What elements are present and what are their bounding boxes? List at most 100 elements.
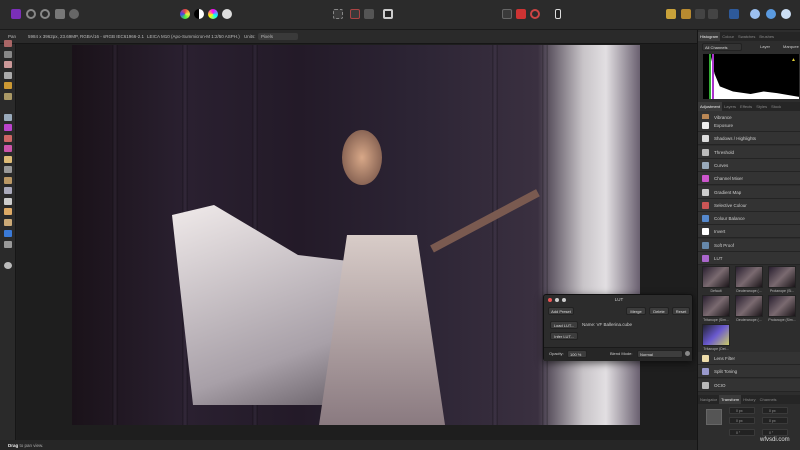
marquee-icon[interactable] [333,9,343,19]
adjustment-item[interactable]: Selective Colour [698,198,800,212]
tab-transform[interactable]: Transform [719,395,742,404]
view-mode-icon[interactable] [383,9,393,19]
tab-channels[interactable]: Channels [758,395,779,404]
y-field[interactable]: 0 px [729,417,755,424]
lut-preset-thumbnail[interactable] [702,295,730,317]
adjustment-item[interactable]: Soft Proof [698,238,800,252]
tab-adjustment[interactable]: Adjustment [698,102,723,111]
auto-white-balance-icon[interactable] [222,9,232,19]
tab-navigator[interactable]: Navigator [698,395,719,404]
tab-swatches[interactable]: Swatches [736,32,757,41]
blur-tool-icon[interactable] [4,166,12,173]
units-select[interactable]: Pixels [258,33,298,40]
patch-tool-icon[interactable] [4,219,12,226]
selection-brush-icon[interactable] [4,82,12,89]
alignment-icon[interactable] [729,9,739,19]
anchor-selector[interactable] [706,409,722,425]
align-icon[interactable] [695,9,705,19]
export-persona-icon[interactable] [69,9,79,19]
colour-picker-icon[interactable] [4,61,12,68]
red-eye-icon[interactable] [4,187,12,194]
tab-history[interactable]: History [741,395,757,404]
crop-tool-icon[interactable] [4,72,12,79]
adjustment-item[interactable]: LUT [698,252,800,265]
adjustment-item[interactable]: Colour Balance [698,212,800,226]
tab-brushes[interactable]: Brushes [757,32,776,41]
adjustment-item[interactable]: Gradient Map [698,185,800,199]
h-field[interactable]: 0 px [762,417,788,424]
adjustment-item[interactable]: Curves [698,158,800,172]
flood-select-icon[interactable] [4,93,12,100]
tab-styles[interactable]: Styles [754,102,769,111]
pen-tool-icon[interactable] [4,241,12,248]
w-field[interactable]: 0 px [762,407,788,414]
rectangle-tool-icon[interactable] [4,230,12,237]
adjustment-item[interactable]: Exposure [698,119,800,132]
adjustment-item[interactable]: Split Toning [698,365,800,379]
tab-stock[interactable]: Stock [769,102,783,111]
quick-mask-icon[interactable] [364,9,374,19]
adjustment-item[interactable]: Channel Mixer [698,172,800,186]
affinity-photo-persona-icon[interactable] [11,9,21,19]
selection-mode-icon[interactable] [350,9,360,19]
fill-tool-icon[interactable] [4,114,12,121]
adjustment-item[interactable]: OCIO [698,378,800,392]
tab-effects[interactable]: Effects [738,102,754,111]
paint-brush-icon[interactable] [4,135,12,142]
clone-tool-icon[interactable] [4,177,12,184]
blend-mode-select[interactable]: Normal [637,350,683,358]
liquify-persona-icon[interactable] [26,9,36,19]
opacity-field[interactable]: 100 % [567,350,587,358]
rotation-field[interactable]: 0 ° [729,429,755,436]
adjustment-item[interactable]: Invert [698,225,800,239]
delete-button[interactable]: Delete [649,307,669,315]
lut-preset-thumbnail[interactable] [735,295,763,317]
adjustment-item[interactable]: Lens Filter [698,352,800,365]
auto-levels-icon[interactable] [180,9,190,19]
arrange-forward-icon[interactable] [666,9,676,19]
move-tool-icon[interactable] [4,51,12,58]
document-image[interactable] [72,45,640,425]
no-entry-icon[interactable] [530,9,540,19]
lut-preset-thumbnail[interactable] [768,266,796,288]
marquee-checkbox[interactable]: Marquee [783,44,799,49]
x-field[interactable]: 0 px [729,407,755,414]
tab-colour[interactable]: Colour [720,32,736,41]
healing-brush-icon[interactable] [4,208,12,215]
arrange-back-icon[interactable] [681,9,691,19]
tab-histogram[interactable]: Histogram [698,32,721,41]
smudge-icon[interactable] [4,198,12,205]
mask-icon[interactable] [502,9,512,19]
load-lut-button[interactable]: Load LUT... [550,321,578,329]
lut-preset-thumbnail[interactable] [768,295,796,317]
view-tool-icon[interactable] [4,40,12,47]
channel-select[interactable]: All Channels [702,43,742,51]
reset-button[interactable]: Reset [672,307,690,315]
lut-preset-thumbnail[interactable] [702,324,730,346]
boolean-intersect-icon[interactable] [781,9,791,19]
distribute-icon[interactable] [708,9,718,19]
gradient-tool-icon[interactable] [4,124,12,131]
boolean-add-icon[interactable] [750,9,760,19]
dodge-tool-icon[interactable] [4,156,12,163]
shear-field[interactable]: 0 ° [762,429,788,436]
record-icon[interactable] [516,9,526,19]
colour-replacement-icon[interactable] [4,145,12,152]
adjustment-item[interactable]: Threshold [698,145,800,159]
boolean-subtract-icon[interactable] [766,9,776,19]
auto-colour-icon[interactable] [208,9,218,19]
merge-button[interactable]: Merge [626,307,646,315]
zoom-tool-icon[interactable] [4,262,12,269]
lut-preset-thumbnail[interactable] [702,266,730,288]
lut-preset-thumbnail[interactable] [735,266,763,288]
infer-lut-button[interactable]: Infer LUT... [550,332,578,340]
gear-icon[interactable] [685,351,690,356]
add-preset-button[interactable]: Add Preset [548,307,574,315]
adjustment-item[interactable]: Shadows / Highlights [698,132,800,146]
develop-persona-icon[interactable] [40,9,50,19]
brush-icon[interactable] [555,9,561,19]
layer-checkbox[interactable]: Layer [760,44,770,49]
tab-layers[interactable]: Layers [722,102,738,111]
tone-mapping-persona-icon[interactable] [55,9,65,19]
auto-contrast-icon[interactable] [194,9,204,19]
